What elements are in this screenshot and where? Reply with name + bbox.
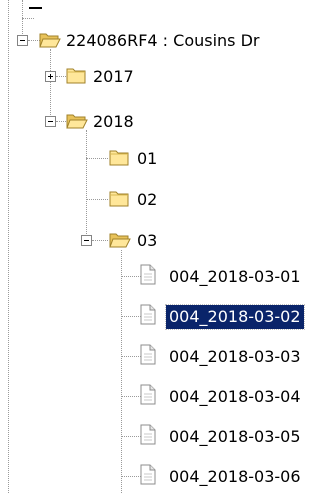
- collapse-toggle[interactable]: [81, 235, 92, 246]
- tree-connector: [22, 0, 23, 40]
- document-icon: [140, 424, 156, 445]
- tree-connector: [86, 199, 108, 200]
- tree-node-2018[interactable]: 2018: [90, 110, 137, 134]
- document-icon: [140, 344, 156, 365]
- tree-connector: [121, 476, 141, 477]
- tree-connector: [56, 121, 66, 122]
- file-tree: 224086RF4 : Cousins Dr 2017 2018 01 02 0…: [0, 0, 322, 493]
- document-icon: [140, 304, 156, 325]
- expand-toggle[interactable]: [45, 71, 56, 82]
- tree-node-root[interactable]: 224086RF4 : Cousins Dr: [63, 29, 262, 53]
- tree-connector: [56, 76, 66, 77]
- document-icon: [140, 384, 156, 405]
- tree-file-item[interactable]: 004_2018-03-01: [166, 265, 304, 289]
- tree-file-item[interactable]: 004_2018-03-06: [166, 465, 304, 489]
- tree-connector: [121, 356, 141, 357]
- document-icon: [140, 464, 156, 485]
- tree-connector: [121, 276, 141, 277]
- folder-icon: [66, 68, 86, 84]
- document-icon: [140, 264, 156, 285]
- tree-file-item[interactable]: 004_2018-03-05: [166, 425, 304, 449]
- tree-file-item-selected[interactable]: 004_2018-03-02: [165, 304, 305, 330]
- folder-icon: [109, 150, 129, 166]
- tree-file-item[interactable]: 004_2018-03-04: [166, 385, 304, 409]
- collapse-toggle[interactable]: [17, 35, 28, 46]
- tree-file-item[interactable]: 004_2018-03-03: [166, 345, 304, 369]
- tree-node-2017[interactable]: 2017: [90, 65, 137, 89]
- partial-node-mark: [29, 7, 42, 9]
- tree-connector: [121, 250, 122, 493]
- tree-node-02[interactable]: 02: [134, 188, 160, 212]
- tree-node-03[interactable]: 03: [134, 229, 160, 253]
- tree-connector: [92, 240, 108, 241]
- open-folder-icon: [109, 233, 131, 248]
- collapse-toggle[interactable]: [45, 116, 56, 127]
- tree-connector: [8, 0, 9, 493]
- tree-connector: [121, 396, 141, 397]
- open-folder-icon: [66, 114, 88, 129]
- tree-connector: [121, 316, 141, 317]
- tree-connector: [22, 18, 34, 19]
- tree-connector: [50, 49, 51, 121]
- tree-node-01[interactable]: 01: [134, 147, 160, 171]
- tree-connector: [86, 130, 87, 240]
- folder-icon: [109, 191, 129, 207]
- tree-connector: [121, 436, 141, 437]
- open-folder-icon: [39, 33, 61, 48]
- tree-connector: [86, 158, 108, 159]
